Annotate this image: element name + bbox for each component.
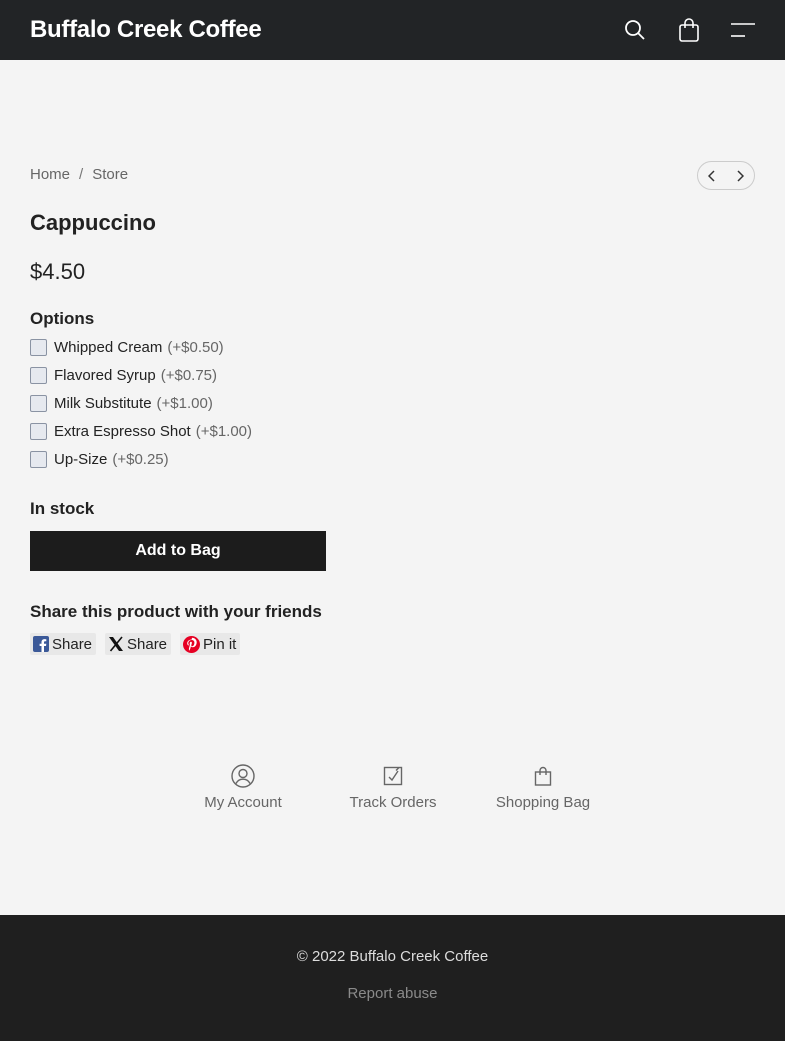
report-abuse-link[interactable]: Report abuse	[0, 985, 785, 1002]
site-footer: © 2022 Buffalo Creek Coffee Report abuse	[0, 915, 785, 1041]
option-whipped-cream[interactable]: Whipped Cream (+$0.50)	[30, 337, 224, 357]
copyright-text: © 2022 Buffalo Creek Coffee	[296, 948, 489, 965]
menu-icon[interactable]	[728, 15, 758, 45]
chevron-left-icon	[708, 169, 715, 182]
add-to-bag-button[interactable]: Add to Bag	[30, 531, 326, 571]
option-label: Extra Espresso Shot	[54, 422, 191, 440]
product-title: Cappuccino	[30, 210, 156, 235]
track-orders-link[interactable]: Track Orders	[333, 763, 453, 812]
product-price: $4.50	[30, 259, 86, 284]
pinterest-pin-button[interactable]: Pin it	[180, 633, 241, 655]
options-heading: Options	[30, 309, 95, 328]
option-price: (+$0.25)	[112, 450, 169, 468]
option-label: Up-Size	[54, 450, 108, 468]
search-icon[interactable]	[620, 15, 650, 45]
next-product-button[interactable]	[726, 162, 754, 189]
breadcrumb-home[interactable]: Home	[30, 166, 70, 183]
option-milk-substitute[interactable]: Milk Substitute (+$1.00)	[30, 393, 213, 413]
my-account-label: My Account	[204, 794, 282, 811]
checkbox[interactable]	[30, 366, 47, 384]
shopping-bag-label: Shopping Bag	[495, 794, 591, 811]
x-share-button[interactable]: Share	[105, 633, 172, 655]
account-icon	[231, 764, 255, 788]
share-label: Share	[52, 635, 93, 653]
option-extra-espresso-shot[interactable]: Extra Espresso Shot (+$1.00)	[30, 421, 252, 441]
facebook-share-button[interactable]: Share	[30, 633, 97, 655]
option-price: (+$0.75)	[160, 366, 218, 384]
option-price: (+$1.00)	[195, 422, 253, 440]
share-label: Share	[127, 635, 168, 653]
track-orders-label: Track Orders	[349, 794, 437, 811]
share-label: Pin it	[203, 635, 237, 653]
brand-logo[interactable]: Buffalo Creek Coffee	[30, 15, 262, 45]
breadcrumb: Home / Store	[30, 165, 128, 185]
checkbox[interactable]	[30, 450, 47, 468]
previous-product-button[interactable]	[698, 162, 726, 189]
my-account-link[interactable]: My Account	[183, 763, 303, 812]
option-label: Whipped Cream	[54, 338, 163, 356]
site-header: Buffalo Creek Coffee	[0, 0, 785, 60]
shopping-bag-icon	[534, 766, 552, 786]
pinterest-icon	[183, 635, 200, 653]
option-price: (+$1.00)	[156, 394, 213, 412]
share-heading: Share this product with your friends	[30, 602, 322, 621]
shopping-bag-link[interactable]: Shopping Bag	[483, 763, 603, 812]
stock-status: In stock	[30, 499, 95, 518]
shopping-bag-icon[interactable]	[674, 15, 704, 45]
breadcrumb-separator: /	[79, 166, 84, 183]
checkbox[interactable]	[30, 422, 47, 440]
facebook-icon	[33, 636, 49, 652]
chevron-right-icon	[737, 169, 744, 182]
checkbox[interactable]	[30, 338, 47, 356]
track-orders-icon	[383, 766, 403, 786]
breadcrumb-store[interactable]: Store	[92, 166, 128, 183]
option-price: (+$0.50)	[167, 338, 224, 356]
product-pager	[697, 161, 755, 190]
checkbox[interactable]	[30, 394, 47, 412]
option-label: Milk Substitute	[54, 394, 152, 412]
x-icon	[109, 636, 123, 652]
option-up-size[interactable]: Up-Size (+$0.25)	[30, 449, 169, 469]
option-label: Flavored Syrup	[54, 366, 156, 384]
option-flavored-syrup[interactable]: Flavored Syrup (+$0.75)	[30, 365, 217, 385]
